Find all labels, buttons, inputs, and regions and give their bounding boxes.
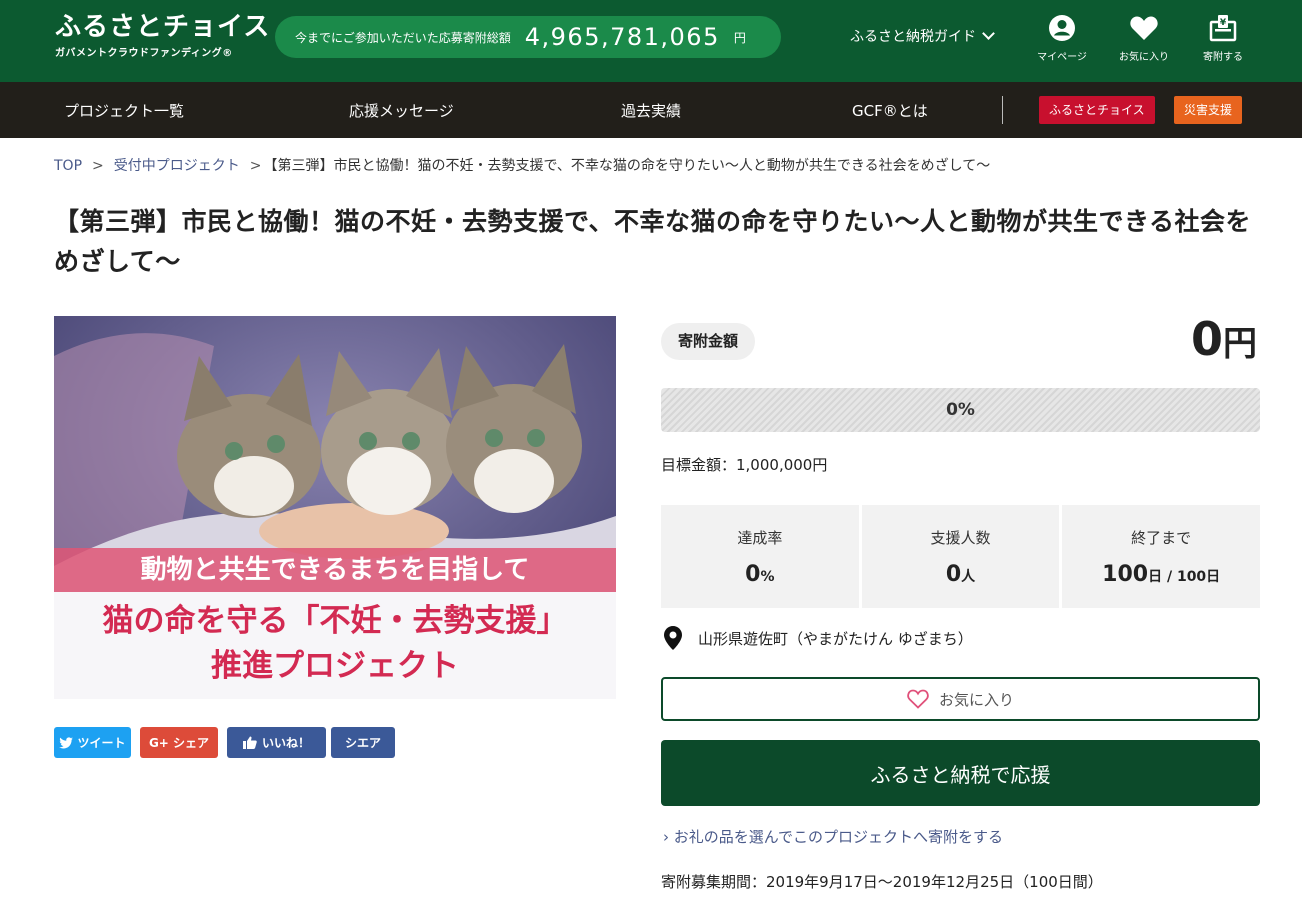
breadcrumb-separator: >	[249, 158, 262, 174]
image-caption-line3: 推進プロジェクト	[211, 648, 459, 684]
facebook-share-button[interactable]: シエア	[331, 727, 395, 758]
site-header: ふるさとチョイス ガバメントクラウドファンディング® 今までにご参加いただいた応…	[0, 0, 1302, 82]
furusato-guide-menu[interactable]: ふるさと納税ガイド	[850, 26, 995, 46]
stat-achievement-rate: 達成率 0%	[661, 505, 859, 608]
stat-value: 0人	[862, 562, 1060, 587]
facebook-like-label: いいね！	[261, 736, 310, 750]
main-navigation: プロジェクト一覧 応援メッセージ 過去実績 GCF®とは ふるさとチョイス 災害…	[0, 82, 1302, 138]
breadcrumb-separator: >	[92, 158, 104, 174]
stat-label: 達成率	[737, 529, 783, 547]
total-donation-label: 今までにご参加いただいた応募寄附総額	[295, 30, 511, 45]
donation-period: 寄附募集期間：2019年9月17日～2019年12月25日（100日間）	[661, 873, 1103, 891]
select-gift-and-donate-link[interactable]: › お礼の品を選んでこのプロジェクトへ寄附をする	[663, 826, 1003, 847]
logo-sub-text: ガバメントクラウドファンディング®	[55, 48, 233, 59]
project-main-image: 動物と共生できるまちを目指して 猫の命を守る「不妊・去勢支援」 推進プロジェクト	[54, 316, 616, 699]
breadcrumb-open-projects[interactable]: 受付中プロジェクト	[114, 158, 240, 174]
breadcrumb: TOP > 受付中プロジェクト > 【第三弾】市民と協働！猫の不妊・去勢支援で、不幸な猫…	[54, 155, 990, 175]
favorites-label: お気に入り	[1119, 52, 1169, 63]
progress-bar: 0%	[661, 388, 1260, 432]
thumbs-up-icon	[242, 736, 257, 749]
stat-value: 100日 / 100日	[1062, 562, 1260, 587]
chevron-down-icon	[982, 27, 995, 40]
total-donation-amount: 4,965,781,065	[524, 23, 720, 51]
image-caption-box: 猫の命を守る「不妊・去勢支援」 推進プロジェクト	[54, 592, 616, 699]
stat-label: 支援人数	[930, 529, 991, 547]
twitter-share-label: ツイート	[77, 736, 126, 750]
project-location[interactable]: 山形県遊佐町（やまがたけん ゆざまち）	[664, 626, 973, 650]
nav-item-projects[interactable]: プロジェクト一覧	[64, 100, 184, 121]
donation-amount-label: 寄附金額	[661, 323, 756, 360]
stat-number: 100	[1102, 562, 1149, 587]
image-caption-line2: 猫の命を守る「不妊・去勢支援」	[102, 603, 568, 639]
mypage-link[interactable]: マイページ	[1030, 14, 1094, 63]
favorites-link[interactable]: お気に入り	[1112, 14, 1176, 63]
stat-supporters: 支援人数 0人	[861, 505, 1060, 608]
twitter-share-button[interactable]: ツイート	[54, 727, 131, 758]
support-with-furusato-tax-button[interactable]: ふるさと納税で応援	[661, 740, 1260, 806]
donation-box-icon: ¥	[1209, 15, 1237, 42]
breadcrumb-top[interactable]: TOP	[54, 158, 82, 174]
nav-divider	[1002, 96, 1003, 124]
stat-label: 終了まで	[1131, 529, 1192, 547]
svg-text:¥: ¥	[1220, 18, 1227, 28]
googleplus-share-button[interactable]: G+ シェア	[140, 727, 218, 758]
add-to-favorites-button[interactable]: お気に入り	[661, 677, 1260, 721]
progress-percent-label: 0%	[946, 400, 975, 420]
nav-item-about-gcf[interactable]: GCF®とは	[852, 100, 928, 121]
mypage-label: マイページ	[1037, 52, 1087, 63]
facebook-like-button[interactable]: いいね！	[227, 727, 326, 758]
page-title: 【第三弾】市民と協働！猫の不妊・去勢支援で、不幸な猫の命を守りたい～人と動物が共…	[54, 207, 1252, 276]
user-icon	[1049, 15, 1075, 41]
site-logo[interactable]: ふるさとチョイス ガバメントクラウドファンディング®	[55, 12, 270, 59]
location-label: 山形県遊佐町（やまがたけん ゆざまち）	[698, 629, 973, 648]
image-caption-line1: 動物と共生できるまちを目指して	[54, 548, 616, 592]
breadcrumb-current: 【第三弾】市民と協働！猫の不妊・去勢支援で、不幸な猫の命を守りたい～人と動物が共…	[263, 158, 991, 174]
guide-label: ふるさと納税ガイド	[850, 29, 976, 45]
donation-amount-value: 0円	[1191, 312, 1257, 366]
total-donation-unit: 円	[733, 30, 746, 45]
stat-days-remaining: 終了まで 100日 / 100日	[1062, 505, 1261, 608]
stat-number: 0	[945, 562, 962, 587]
donation-amount-number: 0	[1190, 312, 1223, 366]
stat-number: 0	[745, 562, 761, 587]
heart-icon	[1130, 16, 1158, 40]
donate-label: 寄附する	[1203, 52, 1243, 63]
twitter-icon	[59, 736, 74, 749]
logo-main-text: ふるさとチョイス	[55, 12, 271, 42]
donate-link[interactable]: ¥ 寄附する	[1191, 14, 1255, 63]
disaster-support-button[interactable]: 災害支援	[1174, 96, 1243, 124]
map-pin-icon	[664, 626, 682, 650]
heart-outline-icon	[907, 689, 929, 709]
stat-value: 0%	[661, 562, 859, 587]
target-amount: 目標金額：1,000,000円	[661, 456, 828, 474]
stat-unit: %	[760, 569, 775, 585]
favorites-button-label: お気に入り	[938, 690, 1014, 709]
nav-item-messages[interactable]: 応援メッセージ	[349, 100, 454, 121]
nav-item-past-results[interactable]: 過去実績	[621, 100, 681, 121]
stats-panel: 達成率 0% 支援人数 0人 終了まで 100日 / 100日	[661, 505, 1261, 608]
furusato-choice-button[interactable]: ふるさとチョイス	[1039, 96, 1155, 124]
donation-amount-unit: 円	[1223, 324, 1257, 364]
total-donation-pill: 今までにご参加いただいた応募寄附総額 4,965,781,065 円	[275, 16, 781, 58]
stat-unit: 人	[961, 569, 976, 585]
stat-unit: 日 / 100日	[1148, 569, 1221, 585]
